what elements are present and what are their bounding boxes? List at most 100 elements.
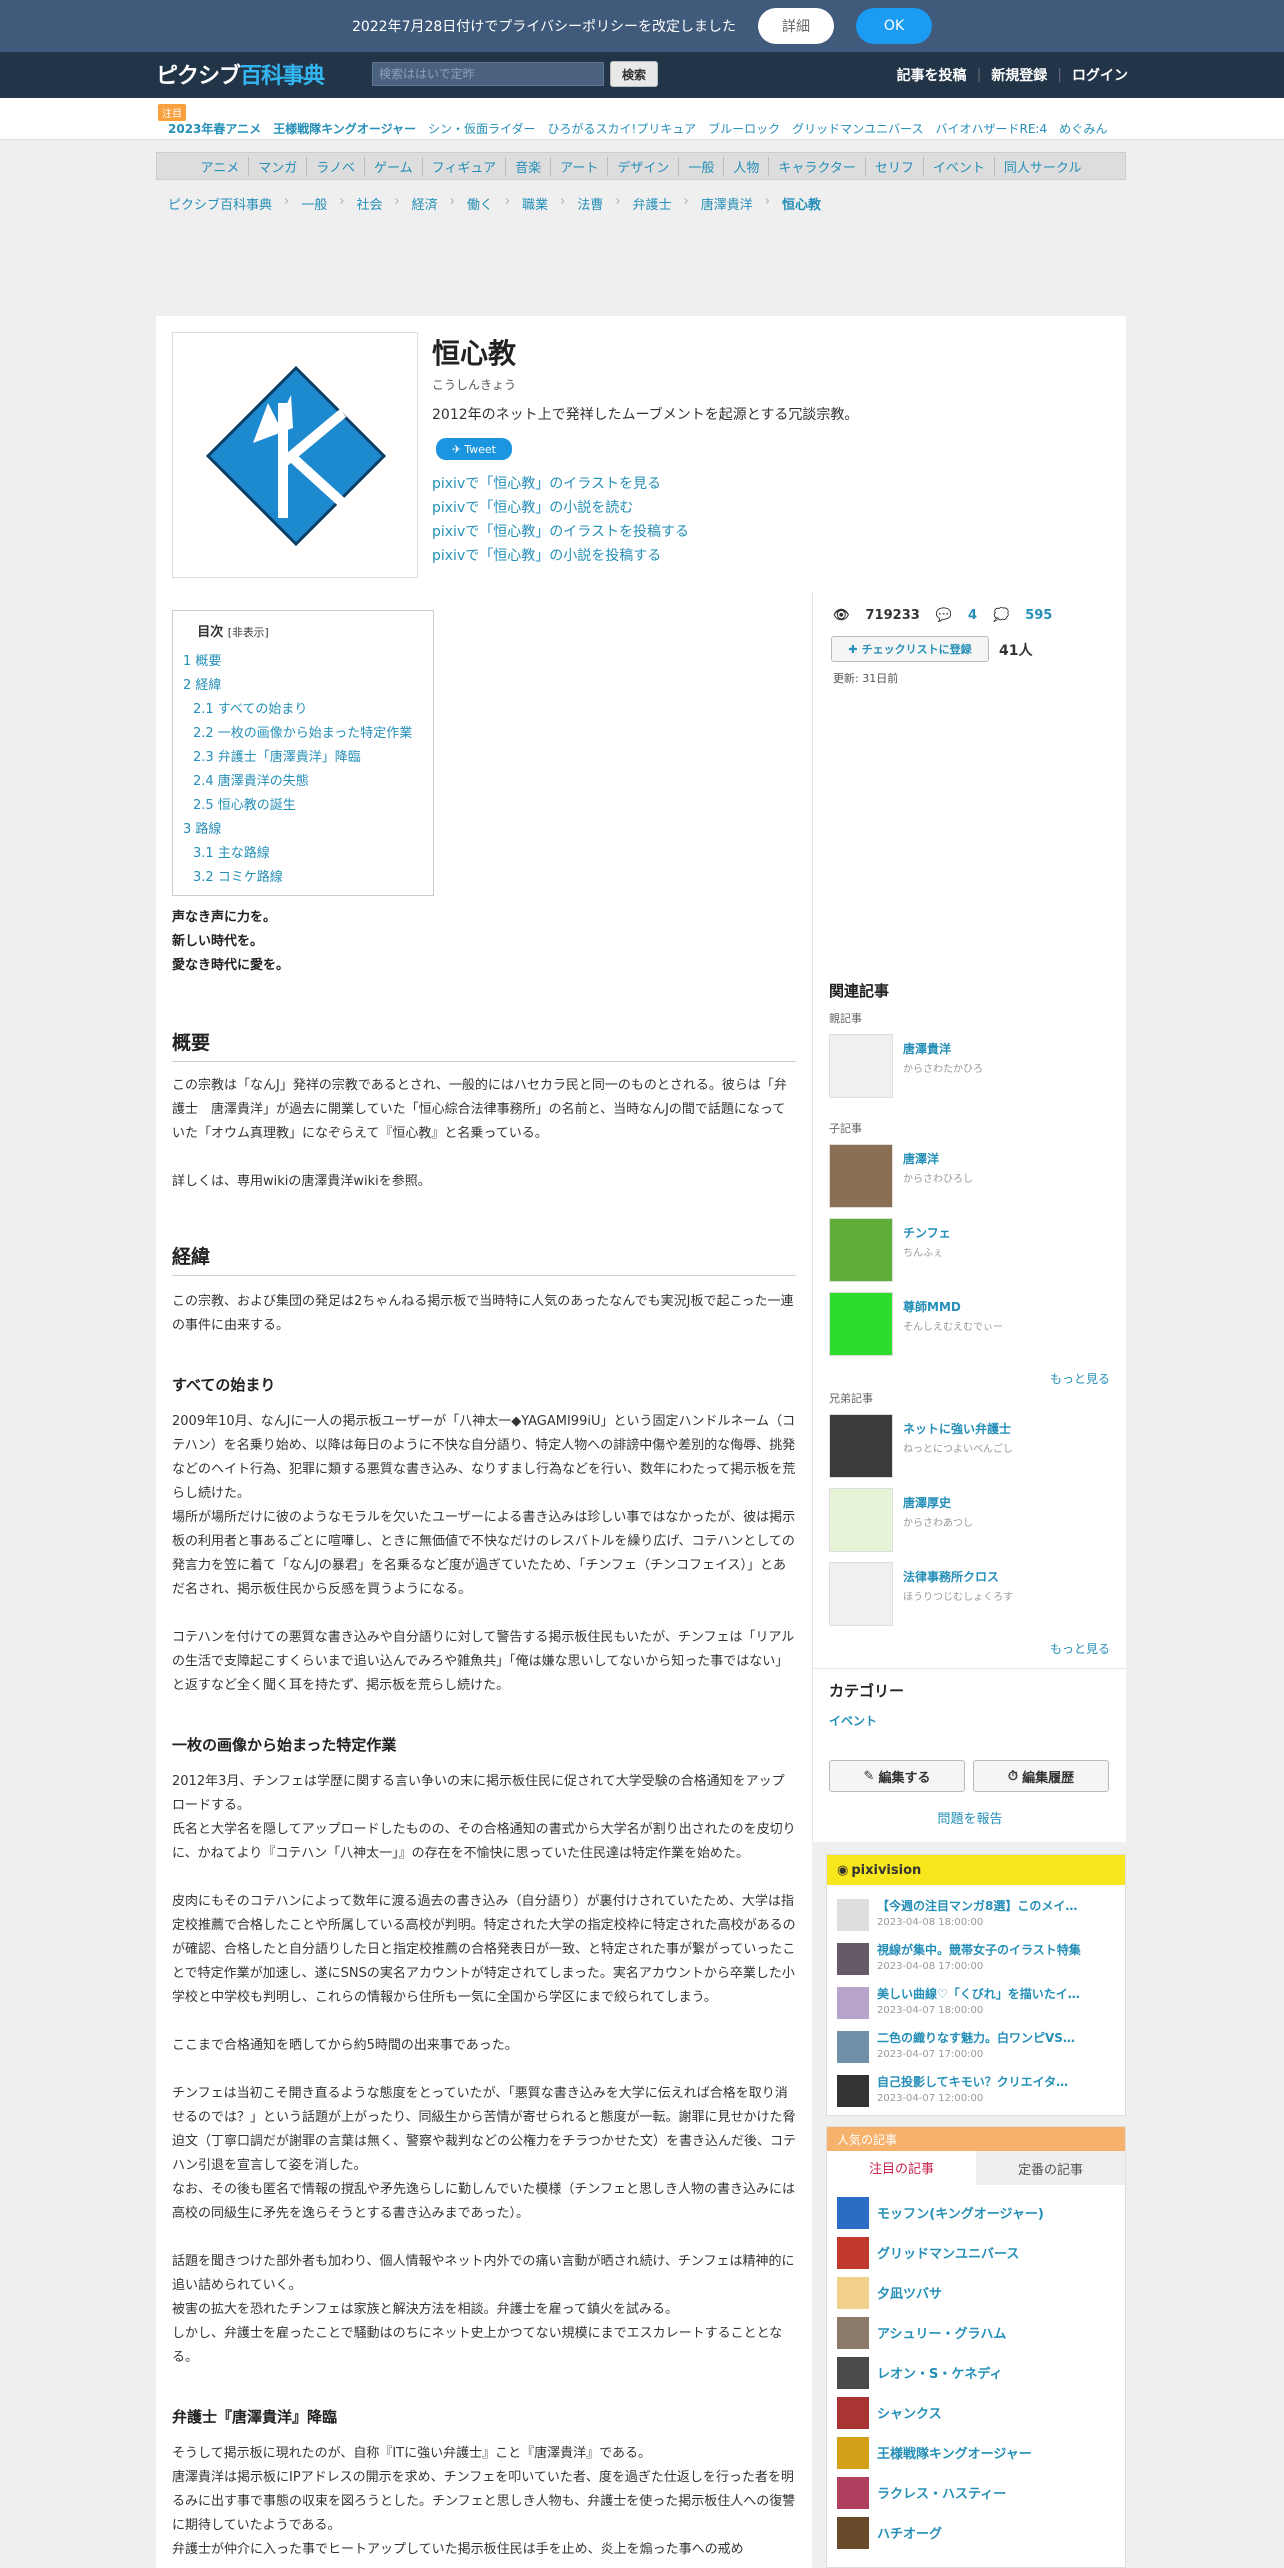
lawyer-paragraph-1: そうして掲示板に現れたのが、自称『ITに強い弁護士』こと『唐澤貴洋』である。: [172, 2446, 651, 2461]
privacy-ok-button[interactable]: OK: [856, 8, 933, 44]
toc-item[interactable]: 2.2 一枚の画像から始まった特定作業: [183, 722, 423, 746]
category-link[interactable]: イベント: [924, 156, 995, 176]
related-articles-panel: 関連記事 親記事 唐澤貴洋 からさわたかひろ 子記事 唐澤洋 からさわひろし チ…: [812, 968, 1127, 1842]
category-link[interactable]: 人物: [724, 156, 770, 176]
plus-icon: ✚: [848, 642, 858, 656]
pixiv-link-view-illust[interactable]: pixivで「恒心教」のイラストを見る: [432, 472, 689, 496]
breadcrumb-item[interactable]: 一般: [301, 194, 327, 213]
toc-item[interactable]: 2 経緯: [183, 674, 423, 698]
trending-item[interactable]: ひろがるスカイ!プリキュア: [548, 120, 697, 137]
breadcrumb-item[interactable]: 社会: [356, 194, 382, 213]
site-logo[interactable]: ピクシブ 百科事典: [156, 60, 356, 89]
pixivision-item[interactable]: 視線が集中。競帯女子のイラスト特集 2023-04-08 17:00:00: [837, 1939, 1117, 1979]
login-link[interactable]: ログイン: [1072, 65, 1128, 85]
toc-item[interactable]: 2.3 弁護士「唐澤貴洋」降臨: [183, 746, 423, 770]
pixiv-link-post-illust[interactable]: pixivで「恒心教」のイラストを投稿する: [432, 520, 689, 544]
post-article-link[interactable]: 記事を投稿: [897, 65, 967, 85]
related-item[interactable]: 唐澤厚史 からさわあつし: [829, 1488, 1119, 1552]
category-link[interactable]: ラノベ: [307, 156, 365, 176]
breadcrumb: ピクシブ百科事典 › 一般 › 社会 › 経済 › 働く › 職業 › 法曹 › 弁護士 › 唐…: [168, 194, 821, 213]
category-link[interactable]: フィギュア: [423, 156, 507, 176]
image-paragraph-5: チンフェは当初こそ開き直るような態度をとっていたが、「悪質な書き込みを大学に伝え…: [172, 2086, 797, 2173]
related-item[interactable]: ネットに強い弁護士 ねっとにつよいべんごし: [829, 1414, 1119, 1478]
toc-toggle[interactable]: [非表示]: [228, 626, 269, 639]
trending-item[interactable]: 王様戦隊キングオージャー: [273, 120, 416, 137]
popular-item[interactable]: ラクレス・ハスティー: [837, 2475, 1117, 2511]
breadcrumb-item[interactable]: ピクシブ百科事典: [168, 194, 272, 213]
article-image[interactable]: [172, 332, 418, 578]
trending-item[interactable]: めぐみん: [1059, 120, 1107, 137]
pixivision-item[interactable]: 美しい曲線♡「くびれ」を描いたイ… 2023-04-07 18:00:00: [837, 1983, 1117, 2023]
category-link[interactable]: 同人サークル: [995, 157, 1091, 176]
toc-item[interactable]: 1 概要: [183, 650, 423, 674]
pixiv-link-read-novel[interactable]: pixivで「恒心教」の小説を読む: [432, 496, 689, 520]
toc-item[interactable]: 2.5 恒心教の誕生: [183, 794, 423, 818]
edit-history-button[interactable]: ⏱ 編集履歴: [973, 1760, 1109, 1792]
related-item[interactable]: 唐澤貴洋 からさわたかひろ: [829, 1034, 1119, 1098]
pixiv-link-post-novel[interactable]: pixivで「恒心教」の小説を投稿する: [432, 544, 689, 568]
pixivision-item[interactable]: 【今週の注目マンガ8選】このメイ… 2023-04-08 18:00:00: [837, 1895, 1117, 1935]
category-link[interactable]: マンガ: [249, 156, 308, 176]
pixivision-logo-icon: ◉: [837, 1862, 849, 1878]
category-link[interactable]: 音楽: [506, 156, 552, 176]
related-item[interactable]: チンフェ ちんふぇ: [829, 1218, 1119, 1282]
breadcrumb-item[interactable]: 弁護士: [633, 194, 672, 213]
table-of-contents: 目次 [非表示] 1 概要 2 経緯 2.1 すべての始まり 2.2 一枚の画像…: [172, 610, 434, 896]
edit-button[interactable]: ✎ 編集する: [829, 1760, 965, 1792]
popular-item[interactable]: モッフン(キングオージャー): [837, 2195, 1117, 2231]
tweet-button[interactable]: ✈ Tweet: [436, 438, 512, 460]
popular-item[interactable]: レオン・S・ケネディ: [837, 2355, 1117, 2391]
popular-thumbnail: [837, 2437, 869, 2469]
related-item[interactable]: 法律事務所クロス ほうりつじむしょくろす: [829, 1562, 1119, 1626]
category-link[interactable]: デザイン: [608, 156, 680, 176]
category-link[interactable]: イベント: [829, 1712, 877, 1729]
view-count: 719233: [865, 608, 920, 623]
tab-trending[interactable]: 注目の記事: [827, 2151, 976, 2185]
category-link[interactable]: キャラクター: [769, 156, 866, 176]
breadcrumb-item[interactable]: 唐澤貴洋: [701, 194, 753, 213]
popular-item[interactable]: 王様戦隊キングオージャー: [837, 2435, 1117, 2471]
popular-item[interactable]: シャンクス: [837, 2395, 1117, 2431]
search-button[interactable]: 検索: [610, 61, 658, 87]
trending-item[interactable]: ブルーロック: [708, 120, 780, 137]
category-link[interactable]: 一般: [679, 156, 725, 176]
comment-count[interactable]: 4: [968, 608, 977, 623]
pixivision-item[interactable]: 二色の織りなす魅力。白ワンピVS… 2023-04-07 17:00:00: [837, 2027, 1117, 2067]
popular-item[interactable]: ハチオーグ: [837, 2515, 1117, 2551]
article-summary: 2012年のネット上で発祥したムーブメントを起源とする冗談宗教。: [432, 407, 859, 423]
more-children-link[interactable]: もっと見る: [1050, 1370, 1110, 1387]
popular-item[interactable]: 夕凪ツバサ: [837, 2275, 1117, 2311]
signup-link[interactable]: 新規登録: [991, 65, 1047, 85]
report-link[interactable]: 問題を報告: [813, 1808, 1127, 1827]
breadcrumb-item[interactable]: 職業: [522, 194, 548, 213]
pixivision-thumbnail: [837, 2075, 869, 2107]
category-link[interactable]: アニメ: [191, 156, 250, 176]
breadcrumb-item[interactable]: 法曹: [577, 194, 603, 213]
trending-item[interactable]: 2023年春アニメ: [168, 120, 261, 137]
trending-item[interactable]: グリッドマンユニバース: [792, 120, 923, 137]
pixivision-item[interactable]: 自己投影してキモい？クリエイタ… 2023-04-07 12:00:00: [837, 2071, 1117, 2111]
breadcrumb-item[interactable]: 経済: [412, 194, 438, 213]
checklist-button[interactable]: ✚ チェックリストに登録: [831, 636, 989, 662]
breadcrumb-item[interactable]: 働く: [467, 194, 493, 213]
toc-item[interactable]: 3 路線: [183, 818, 423, 842]
toc-item[interactable]: 2.4 唐澤貴洋の失態: [183, 770, 423, 794]
tab-standard[interactable]: 定番の記事: [976, 2151, 1125, 2185]
toc-item[interactable]: 3.1 主な路線: [183, 842, 423, 866]
popular-item[interactable]: グリッドマンユニバース: [837, 2235, 1117, 2271]
related-item[interactable]: 唐澤洋 からさわひろし: [829, 1144, 1119, 1208]
related-item[interactable]: 尊師MMD そんしえむえむでぃー: [829, 1292, 1119, 1356]
toc-item[interactable]: 3.2 コミケ路線: [183, 866, 423, 890]
chevron-right-icon: ›: [764, 194, 770, 209]
category-link[interactable]: アート: [551, 156, 609, 176]
privacy-detail-button[interactable]: 詳細: [758, 8, 835, 44]
popular-item[interactable]: アシュリー・グラハム: [837, 2315, 1117, 2351]
trending-item[interactable]: バイオハザードRE:4: [936, 120, 1048, 137]
trending-item[interactable]: シン・仮面ライダー: [428, 120, 536, 137]
more-siblings-link[interactable]: もっと見る: [1050, 1640, 1110, 1657]
category-link[interactable]: ゲーム: [365, 156, 423, 176]
category-link[interactable]: セリフ: [866, 156, 924, 176]
toc-item[interactable]: 2.1 すべての始まり: [183, 698, 423, 722]
like-count[interactable]: 595: [1025, 608, 1052, 623]
search-input[interactable]: [372, 62, 604, 86]
